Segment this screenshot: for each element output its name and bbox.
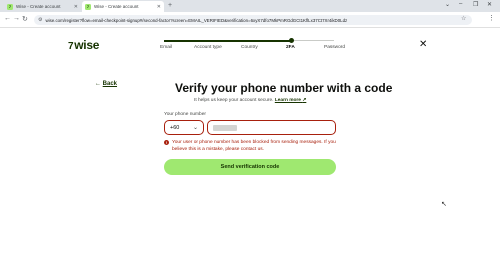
back-arrow-icon: ← — [95, 81, 103, 87]
new-tab-button[interactable]: + — [168, 2, 172, 9]
browser-menu-icon[interactable]: ⋮ — [488, 14, 495, 22]
restore-icon[interactable]: ❐ — [473, 1, 478, 8]
wise-favicon-icon: 7 — [85, 3, 91, 10]
error-message: ! Your user or phone number has been blo… — [164, 139, 340, 153]
progress-fill — [164, 39, 292, 42]
redacted-phone-number — [213, 125, 237, 131]
back-label: Back — [102, 81, 118, 87]
phone-number-input[interactable] — [207, 120, 336, 135]
country-code-value: +60 — [170, 124, 180, 131]
back-link[interactable]: ← Back — [95, 81, 117, 87]
error-icon: ! — [164, 140, 169, 145]
send-verification-code-button[interactable]: Send verification code — [164, 159, 336, 175]
browser-tab-2[interactable]: 7 Wise - Create account ✕ — [82, 1, 164, 12]
step-password: Password — [324, 45, 346, 50]
step-account-type: Account type — [194, 45, 222, 50]
country-code-select[interactable]: +60 ⌄ — [164, 120, 204, 135]
browser-tab-1[interactable]: 7 Wise - Create account ✕ — [4, 1, 81, 12]
browser-toolbar: ← → ↻ ⚙ wise.com/register?flow=email-che… — [0, 12, 500, 28]
chevron-down-icon: ⌄ — [192, 125, 198, 131]
bookmark-star-icon[interactable]: ☆ — [461, 15, 466, 22]
subtitle-text: It helps us keep your account secure. — [194, 98, 274, 103]
close-icon[interactable]: ✕ — [419, 39, 427, 50]
progress-current-dot — [289, 38, 294, 43]
tab-close-icon[interactable]: ✕ — [74, 4, 78, 10]
back-arrow-icon[interactable]: ← — [4, 15, 11, 22]
phone-number-label: Your phone number — [164, 112, 206, 117]
forward-arrow-icon[interactable]: → — [13, 15, 20, 22]
tab-search-icon[interactable]: ⌄ — [445, 1, 450, 8]
learn-more-link[interactable]: Learn more ↗ — [275, 98, 307, 103]
site-info-icon[interactable]: ⚙ — [38, 17, 42, 23]
reload-icon[interactable]: ↻ — [22, 15, 28, 23]
error-text: Your user or phone number has been block… — [172, 140, 336, 152]
step-email: Email — [160, 45, 172, 50]
page-subtitle: It helps us keep your account secure. Le… — [194, 98, 306, 103]
wise-flag-icon: 7 — [68, 41, 74, 52]
window-close-icon[interactable]: ✕ — [487, 1, 492, 8]
wise-logo[interactable]: 7wise — [68, 38, 99, 52]
step-country: Country — [241, 45, 258, 50]
step-2fa: 2FA — [286, 45, 295, 50]
mouse-cursor-icon: ↖ — [441, 201, 447, 208]
minimize-icon[interactable]: – — [459, 1, 462, 7]
browser-tab-bar: 7 Wise - Create account ✕ 7 Wise - Creat… — [0, 0, 500, 12]
signup-progress-stepper: Email Account type Country 2FA Password — [160, 37, 345, 53]
address-bar[interactable]: ⚙ wise.com/register?flow=email-checkpoin… — [34, 15, 472, 25]
tab-title: Wise - Create account — [16, 4, 61, 9]
tab-close-icon[interactable]: ✕ — [157, 4, 161, 10]
logo-text: wise — [74, 38, 100, 52]
wise-favicon-icon: 7 — [7, 3, 13, 10]
url-text: wise.com/register?flow=email-checkpoint-… — [45, 17, 348, 23]
external-link-icon: ↗ — [302, 98, 307, 103]
tab-title: Wise - Create account — [94, 4, 139, 9]
page-title: Verify your phone number with a code — [175, 81, 393, 95]
